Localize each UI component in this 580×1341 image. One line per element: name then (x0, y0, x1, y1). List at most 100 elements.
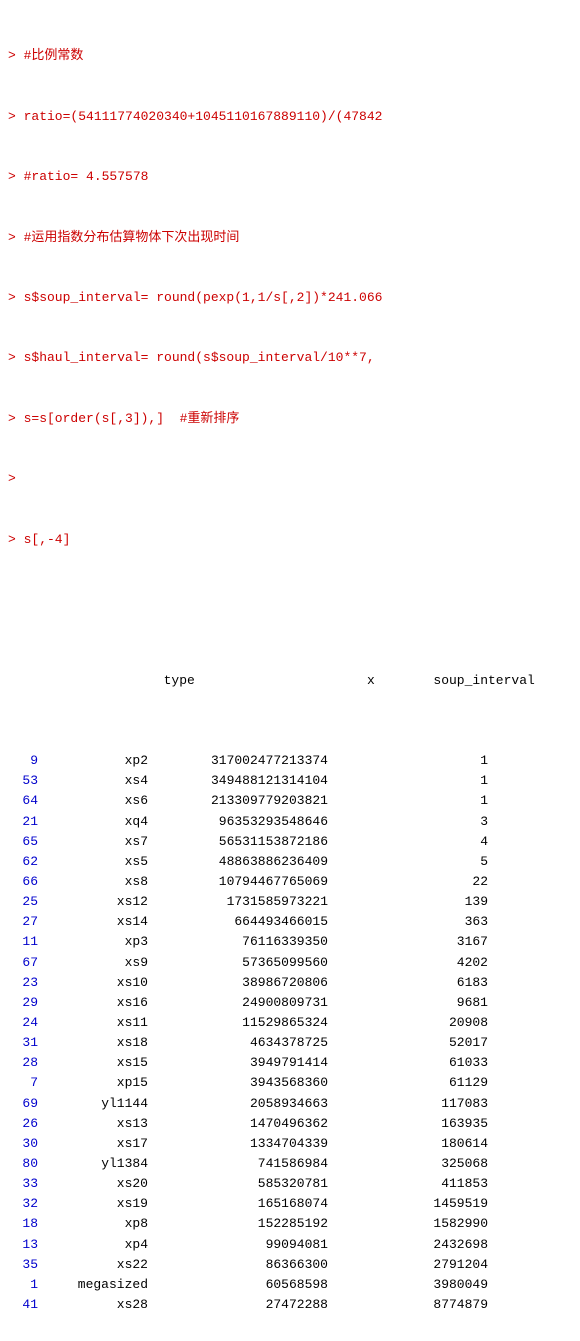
cell-x: 57365099560 (148, 953, 328, 973)
cell-x: 3943568360 (148, 1073, 328, 1093)
table-row: 18xp81522851921582990 (8, 1214, 572, 1234)
cell-soup: 61129 (328, 1073, 488, 1093)
cell-soup: 180614 (328, 1134, 488, 1154)
line-7: > s=s[order(s[,3]),] #重新排序 (8, 409, 572, 429)
cell-soup: 163935 (328, 1114, 488, 1134)
cell-rownum: 21 (8, 812, 38, 832)
cell-soup: 3 (328, 812, 488, 832)
cell-soup: 6183 (328, 973, 488, 993)
cell-x: 76116339350 (148, 932, 328, 952)
cell-x: 1334704339 (148, 1134, 328, 1154)
cell-type: xp4 (38, 1235, 148, 1255)
cell-x: 38986720806 (148, 973, 328, 993)
cell-rownum: 30 (8, 1134, 38, 1154)
table-row: 27xs14664493466015363 (8, 912, 572, 932)
cell-soup: 52017 (328, 1033, 488, 1053)
cell-rownum: 13 (8, 1235, 38, 1255)
cell-type: xs13 (38, 1114, 148, 1134)
cell-type: xs9 (38, 953, 148, 973)
cell-soup: 20908 (328, 1013, 488, 1033)
cell-rownum: 53 (8, 771, 38, 791)
cell-soup: 4202 (328, 953, 488, 973)
cell-rownum: 27 (8, 912, 38, 932)
table-row: 7xp15394356836061129 (8, 1073, 572, 1093)
cell-soup: 3980049 (328, 1275, 488, 1295)
cell-x: 86366300 (148, 1255, 328, 1275)
cell-x: 11529865324 (148, 1013, 328, 1033)
table-row: 29xs16249008097319681 (8, 993, 572, 1013)
cell-x: 1470496362 (148, 1114, 328, 1134)
cell-x: 317002477213374 (148, 751, 328, 771)
cell-rownum: 41 (8, 1295, 38, 1315)
table-row: 69yl11442058934663117083 (8, 1094, 572, 1114)
table-row: 24xs111152986532420908 (8, 1013, 572, 1033)
cell-x: 99094081 (148, 1235, 328, 1255)
table-row: 35xs22863663002791204 (8, 1255, 572, 1275)
line-9: > s[,-4] (8, 530, 572, 550)
cell-type: xp3 (38, 932, 148, 952)
cell-soup: 9681 (328, 993, 488, 1013)
cell-type: xs17 (38, 1134, 148, 1154)
cell-soup: 139 (328, 892, 488, 912)
cell-soup: 61033 (328, 1053, 488, 1073)
cell-x: 2058934663 (148, 1094, 328, 1114)
cell-soup: 2791204 (328, 1255, 488, 1275)
cell-x: 56531153872186 (148, 832, 328, 852)
cell-x: 585320781 (148, 1174, 328, 1194)
cell-soup: 1 (328, 751, 488, 771)
table-row: 11xp3761163393503167 (8, 932, 572, 952)
cell-x: 96353293548646 (148, 812, 328, 832)
cell-rownum: 65 (8, 832, 38, 852)
header-rownum (55, 671, 85, 691)
cell-soup: 4 (328, 832, 488, 852)
header-soup: soup_interval (375, 671, 535, 691)
table-row: 80yl1384741586984325068 (8, 1154, 572, 1174)
cell-soup: 411853 (328, 1174, 488, 1194)
cell-soup: 1459519 (328, 1194, 488, 1214)
cell-type: xp8 (38, 1214, 148, 1234)
cell-type: xs6 (38, 791, 148, 811)
table-row: 23xs10389867208066183 (8, 973, 572, 993)
cell-soup: 325068 (328, 1154, 488, 1174)
table: typexsoup_interval 9xp231700247721337415… (8, 610, 572, 1315)
line-5: > s$soup_interval= round(pexp(1,1/s[,2])… (8, 288, 572, 308)
cell-x: 48863886236409 (148, 852, 328, 872)
cell-rownum: 9 (8, 751, 38, 771)
cell-type: xs11 (38, 1013, 148, 1033)
line-1: > #比例常数 (8, 46, 572, 66)
cell-rownum: 11 (8, 932, 38, 952)
cell-soup: 22 (328, 872, 488, 892)
line-4: > #运用指数分布估算物体下次出现时间 (8, 228, 572, 248)
cell-x: 664493466015 (148, 912, 328, 932)
cell-x: 3949791414 (148, 1053, 328, 1073)
cell-rownum: 25 (8, 892, 38, 912)
cell-rownum: 80 (8, 1154, 38, 1174)
cell-rownum: 29 (8, 993, 38, 1013)
cell-soup: 3167 (328, 932, 488, 952)
table-row: 64xs62133097792038211 (8, 791, 572, 811)
cell-x: 152285192 (148, 1214, 328, 1234)
cell-rownum: 26 (8, 1114, 38, 1134)
cell-soup: 117083 (328, 1094, 488, 1114)
cell-rownum: 67 (8, 953, 38, 973)
cell-rownum: 64 (8, 791, 38, 811)
table-row: 65xs7565311538721864 (8, 832, 572, 852)
cell-rownum: 31 (8, 1033, 38, 1053)
cell-x: 741586984 (148, 1154, 328, 1174)
cell-rownum: 33 (8, 1174, 38, 1194)
cell-rownum: 35 (8, 1255, 38, 1275)
cell-rownum: 18 (8, 1214, 38, 1234)
cell-type: xs5 (38, 852, 148, 872)
cell-soup: 1 (328, 791, 488, 811)
cell-type: xs4 (38, 771, 148, 791)
table-row: 32xs191651680741459519 (8, 1194, 572, 1214)
cell-soup: 8774879 (328, 1295, 488, 1315)
cell-soup: 5 (328, 852, 488, 872)
cell-soup: 1582990 (328, 1214, 488, 1234)
cell-x: 24900809731 (148, 993, 328, 1013)
header-type: type (85, 671, 195, 691)
table-header-row: typexsoup_interval (8, 651, 572, 711)
cell-type: xs14 (38, 912, 148, 932)
table-row: 31xs18463437872552017 (8, 1033, 572, 1053)
cell-soup: 1 (328, 771, 488, 791)
